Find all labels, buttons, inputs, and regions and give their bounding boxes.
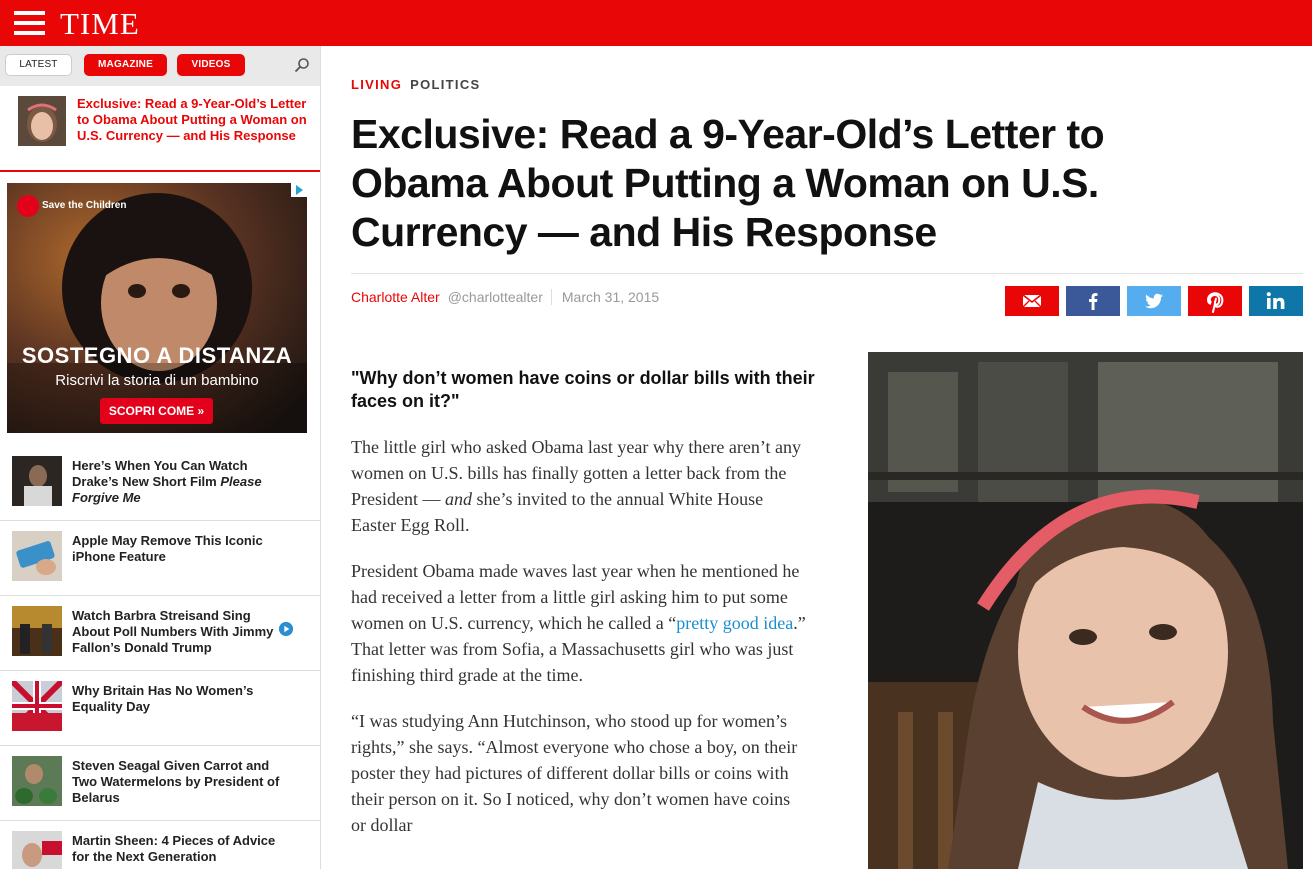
sidebar-story-list: Here’s When You Can Watch Drake’s New Sh…: [0, 446, 320, 869]
story-title[interactable]: Why Britain Has No Women’s Equality Day: [72, 683, 287, 715]
pinterest-icon: [1206, 292, 1224, 313]
tab-videos[interactable]: VIDEOS: [177, 54, 245, 76]
story-thumbnail: [12, 831, 62, 869]
search-icon[interactable]: [294, 57, 310, 73]
adchoices-icon[interactable]: [291, 183, 307, 197]
article-headline: Exclusive: Read a 9-Year-Old’s Letter to…: [351, 111, 1105, 255]
ad-child-image: [7, 183, 307, 433]
byline: Charlotte Alter @charlottealter March 31, …: [351, 289, 659, 305]
share-linkedin-button[interactable]: [1249, 286, 1303, 316]
pretty-good-idea-link[interactable]: pretty good idea: [676, 613, 793, 633]
story-thumbnail: [12, 606, 62, 656]
paragraph: President Obama made waves last year whe…: [351, 561, 806, 685]
story-title[interactable]: Here’s When You Can Watch Drake’s New Sh…: [72, 458, 287, 506]
current-story-thumbnail: [18, 96, 66, 146]
story-thumbnail: [12, 531, 62, 581]
sidebar-tabs: LATEST MAGAZINE VIDEOS: [0, 46, 320, 86]
time-logo[interactable]: TIME: [60, 6, 140, 42]
twitter-icon: [1145, 293, 1163, 309]
author-handle[interactable]: @charlottealter: [447, 289, 552, 305]
list-item[interactable]: Apple May Remove This Iconic iPhone Feat…: [0, 521, 320, 596]
list-item[interactable]: Watch Barbra Streisand Sing About Poll N…: [0, 596, 320, 671]
author-link[interactable]: Charlotte Alter: [351, 289, 440, 305]
list-item[interactable]: Martin Sheen: 4 Pieces of Advice for the…: [0, 821, 320, 869]
mail-icon: [1022, 294, 1042, 308]
current-story-title[interactable]: Exclusive: Read a 9-Year-Old’s Letter to…: [77, 96, 309, 144]
sidebar: LATEST MAGAZINE VIDEOS Exclusive: Read a…: [0, 46, 321, 869]
ad-headline: SOSTEGNO A DISTANZA: [21, 343, 293, 368]
list-item[interactable]: Steven Seagal Given Carrot and Two Water…: [0, 746, 320, 821]
story-title[interactable]: Steven Seagal Given Carrot and Two Water…: [72, 758, 287, 806]
paragraph: The little girl who asked Obama last yea…: [351, 437, 802, 535]
save-the-children-logo: [17, 195, 39, 217]
publish-date: March 31, 2015: [561, 289, 660, 305]
tab-latest[interactable]: LATEST: [5, 54, 72, 76]
ad-brand: Save the Children: [42, 200, 127, 211]
share-pinterest-button[interactable]: [1188, 286, 1242, 316]
story-title[interactable]: Martin Sheen: 4 Pieces of Advice for the…: [72, 833, 287, 865]
category-living[interactable]: LIVING: [351, 77, 402, 92]
story-title[interactable]: Watch Barbra Streisand Sing About Poll N…: [72, 608, 287, 656]
ad-cta-button[interactable]: SCOPRI COME »: [100, 398, 213, 424]
story-thumbnail: [12, 456, 62, 506]
current-story[interactable]: Exclusive: Read a 9-Year-Old’s Letter to…: [0, 86, 320, 172]
tab-magazine[interactable]: MAGAZINE: [84, 54, 167, 76]
article-photo: [868, 352, 1303, 869]
share-facebook-button[interactable]: [1066, 286, 1120, 316]
list-item[interactable]: Here’s When You Can Watch Drake’s New Sh…: [0, 446, 320, 521]
lead-quote: "Why don’t women have coins or dollar bi…: [351, 368, 815, 411]
story-thumbnail: [12, 756, 62, 806]
advertisement[interactable]: Save the Children SOSTEGNO A DISTANZA Ri…: [7, 183, 307, 433]
story-title[interactable]: Apple May Remove This Iconic iPhone Feat…: [72, 533, 287, 565]
top-bar: TIME: [0, 0, 1312, 46]
article: LIVING POLITICS Exclusive: Read a 9-Year-…: [351, 46, 1303, 869]
share-twitter-button[interactable]: [1127, 286, 1181, 316]
video-play-icon[interactable]: [279, 622, 293, 636]
ad-subline: Riscrivi la storia di un bambino: [55, 372, 259, 389]
divider: [351, 273, 1303, 274]
facebook-icon: [1089, 293, 1098, 310]
category-politics[interactable]: POLITICS: [410, 77, 480, 92]
share-email-button[interactable]: [1005, 286, 1059, 316]
list-item[interactable]: Why Britain Has No Women’s Equality Day: [0, 671, 320, 746]
linkedin-icon: [1266, 292, 1285, 309]
article-categories: LIVING POLITICS: [351, 77, 481, 92]
paragraph: “I was studying Ann Hutchinson, who stoo…: [351, 711, 798, 835]
story-thumbnail: [12, 681, 62, 731]
menu-icon[interactable]: [14, 11, 45, 35]
article-body: The little girl who asked Obama last yea…: [351, 434, 806, 858]
